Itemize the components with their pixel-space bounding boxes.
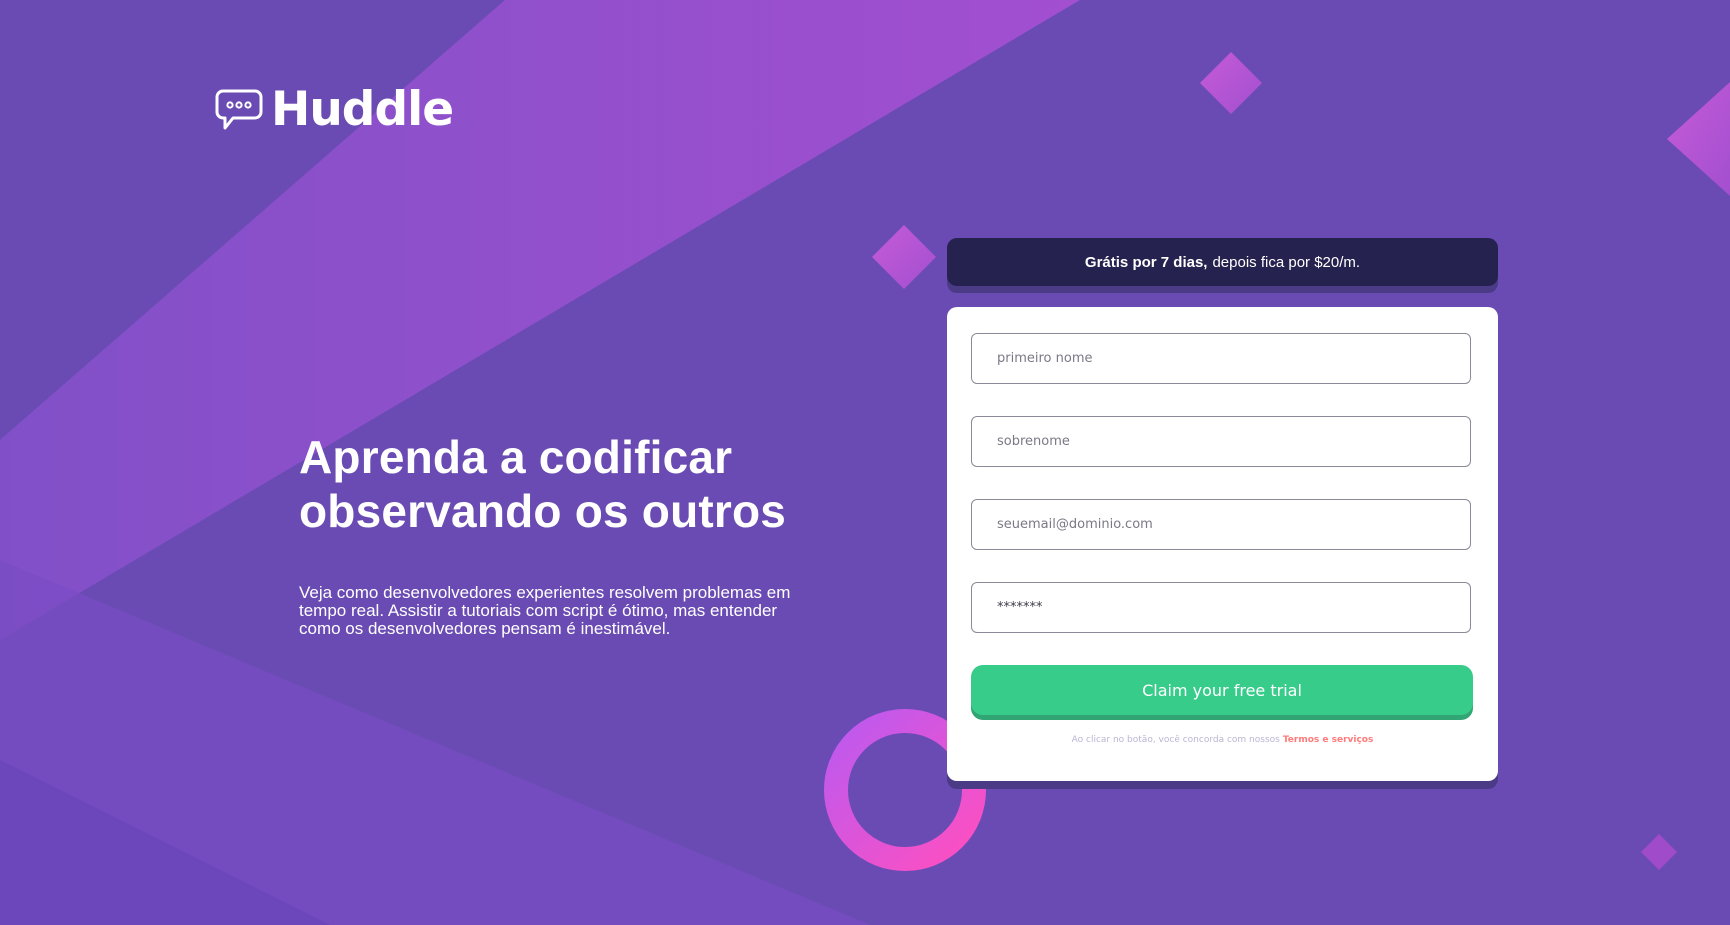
hero-title-line1: Aprenda a codificar: [299, 431, 733, 483]
terms-link[interactable]: Termos e serviços: [1283, 735, 1374, 745]
offer-banner: Grátis por 7 dias, depois fica por $20/m…: [947, 238, 1498, 286]
terms-notice: Ao clicar no botão, você concorda com no…: [947, 735, 1498, 745]
claim-trial-button[interactable]: Claim your free trial: [971, 665, 1473, 715]
hero-section: Aprenda a codificar observando os outros…: [299, 430, 809, 638]
email-input[interactable]: [971, 499, 1471, 550]
first-name-input[interactable]: [971, 333, 1471, 384]
password-input[interactable]: [971, 582, 1471, 633]
brand-logo[interactable]: Huddle: [215, 82, 454, 137]
last-name-input[interactable]: [971, 416, 1471, 467]
offer-rest-text: depois fica por $20/m.: [1212, 253, 1361, 271]
hero-title-line2: observando os outros: [299, 485, 787, 537]
brand-name: Huddle: [271, 82, 454, 137]
offer-bold-text: Grátis por 7 dias,: [1084, 253, 1208, 271]
signup-form: Claim your free trial Ao clicar no botão…: [947, 307, 1498, 781]
hero-description: Veja como desenvolvedores experientes re…: [299, 583, 791, 638]
terms-prefix: Ao clicar no botão, você concorda com no…: [1071, 735, 1280, 745]
hero-title: Aprenda a codificar observando os outros: [299, 430, 809, 538]
chat-bubble-icon: [215, 89, 263, 129]
